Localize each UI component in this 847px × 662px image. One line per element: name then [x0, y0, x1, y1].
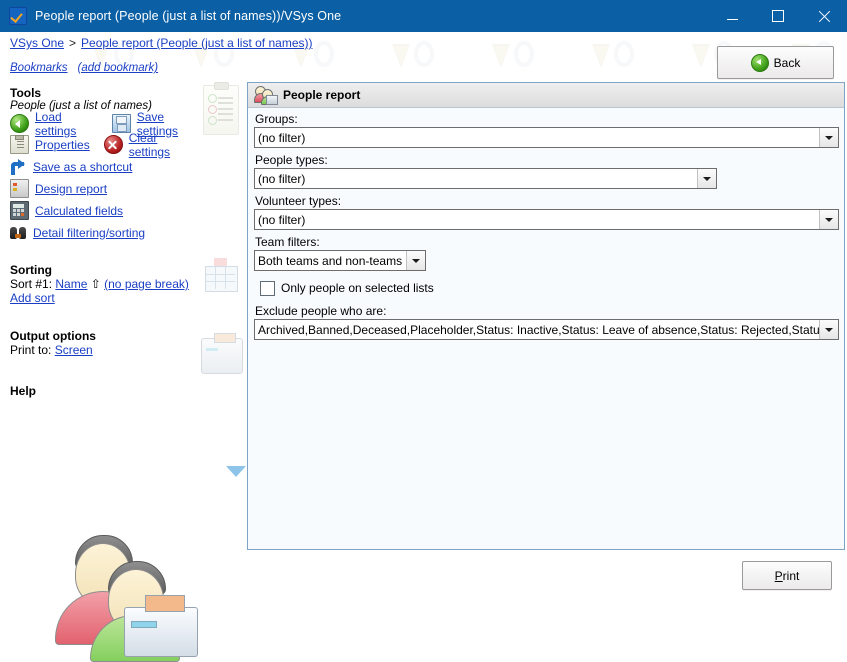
sidebar-item-detail-filtering[interactable]: Detail filtering/sorting	[10, 223, 200, 242]
design-report-icon	[10, 179, 29, 198]
properties-label: Properties	[35, 137, 90, 152]
sidebar-divider	[0, 455, 245, 456]
green-left-arrow-icon	[10, 114, 29, 133]
people-types-label: People types:	[255, 153, 328, 167]
print-to-value-link[interactable]: Screen	[55, 343, 93, 357]
sidebar: Tools People (just a list of names) Load…	[0, 80, 246, 662]
print-to-label: Print to:	[10, 343, 52, 357]
chevron-down-icon[interactable]	[406, 251, 425, 270]
calculator-icon	[10, 201, 29, 220]
exclude-people-value: Archived,Banned,Deceased,Placeholder,Sta…	[258, 322, 819, 337]
green-back-arrow-icon	[750, 53, 769, 72]
maximize-button[interactable]	[755, 0, 801, 32]
vsys-shield-icon	[9, 7, 27, 25]
tools-heading: Tools	[10, 86, 42, 100]
sort-prefix: Sort #1:	[10, 277, 53, 291]
print-button-label: Print	[774, 568, 800, 583]
volunteer-types-label: Volunteer types:	[255, 194, 342, 208]
breadcrumb-current[interactable]: People report (People (just a list of na…	[81, 36, 312, 50]
team-filters-value: Both teams and non-teams	[258, 253, 403, 268]
panel-title: People report	[283, 88, 361, 102]
chevron-down-icon[interactable]	[819, 210, 838, 229]
sidebar-item-design-report[interactable]: Design report	[10, 179, 200, 198]
sidebar-item-clear-settings[interactable]: Clear settings	[103, 131, 200, 159]
volunteer-types-value: (no filter)	[258, 212, 306, 227]
two-people-with-printer-icon	[46, 535, 206, 662]
sidebar-item-calculated-fields[interactable]: Calculated fields	[10, 201, 200, 220]
only-selected-lists-checkbox[interactable]	[260, 280, 275, 296]
blue-triangle-expander-icon[interactable]	[226, 466, 246, 477]
exclude-people-dropdown[interactable]: Archived,Banned,Deceased,Placeholder,Sta…	[254, 319, 839, 340]
sidebar-item-load-settings[interactable]: Load settings	[10, 110, 98, 138]
detail-filtering-label: Detail filtering/sorting	[33, 225, 146, 240]
red-x-circle-icon	[103, 135, 123, 154]
add-sort-link[interactable]: Add sort	[10, 291, 55, 305]
sidebar-item-properties[interactable]: Properties	[10, 135, 90, 154]
help-heading[interactable]: Help	[10, 384, 36, 398]
output-options-heading: Output options	[10, 329, 96, 343]
binoculars-icon	[10, 224, 27, 241]
exclude-people-label: Exclude people who are:	[255, 304, 387, 318]
groups-dropdown[interactable]: (no filter)	[254, 127, 839, 148]
save-shortcut-label: Save as a shortcut	[33, 159, 133, 174]
close-button[interactable]	[801, 0, 847, 32]
volunteer-types-dropdown[interactable]: (no filter)	[254, 209, 839, 230]
minimize-button[interactable]	[709, 0, 755, 32]
team-filters-label: Team filters:	[255, 235, 320, 249]
printer-icon	[201, 333, 243, 374]
only-selected-lists-checkbox-row[interactable]: Only people on selected lists	[260, 278, 838, 298]
groups-label: Groups:	[255, 112, 298, 126]
floppy-disk-icon	[111, 114, 131, 133]
chevron-down-icon[interactable]	[819, 320, 838, 339]
add-bookmark-link[interactable]: (add bookmark)	[78, 62, 159, 74]
people-report-icon	[254, 86, 278, 105]
sorting-heading: Sorting	[10, 263, 52, 277]
breadcrumb: VSys One > People report (People (just a l…	[10, 36, 313, 50]
sort-direction-icon[interactable]: ⇧	[91, 277, 101, 291]
print-button[interactable]: Print	[742, 561, 832, 590]
back-button[interactable]: Back	[717, 46, 834, 79]
sidebar-item-save-shortcut[interactable]: Save as a shortcut	[10, 157, 200, 176]
chevron-down-icon[interactable]	[819, 128, 838, 147]
page-break-link[interactable]: (no page break)	[104, 277, 189, 291]
sort-field-link[interactable]: Name	[55, 277, 87, 291]
report-form: Groups: (no filter) People types: (no fi…	[254, 112, 839, 340]
people-types-value: (no filter)	[258, 171, 306, 186]
report-panel: People report Groups: (no filter) People…	[247, 82, 845, 550]
groups-value: (no filter)	[258, 130, 306, 145]
application-window: People report (People (just a list of na…	[0, 0, 847, 662]
clipboard-checklist-icon	[203, 82, 239, 135]
panel-header: People report	[248, 83, 844, 108]
people-types-dropdown[interactable]: (no filter)	[254, 168, 717, 189]
chevron-down-icon[interactable]	[697, 169, 716, 188]
load-settings-label: Load settings	[35, 109, 77, 138]
bookmarks-link[interactable]: Bookmarks	[10, 62, 68, 74]
bookmarks-row: Bookmarks (add bookmark)	[10, 62, 168, 74]
breadcrumb-root[interactable]: VSys One	[10, 36, 64, 50]
only-selected-lists-label: Only people on selected lists	[281, 281, 434, 295]
clipboard-properties-icon	[10, 135, 29, 154]
calculated-fields-label: Calculated fields	[35, 203, 124, 218]
title-bar: People report (People (just a list of na…	[0, 0, 847, 32]
back-button-label: Back	[773, 55, 801, 70]
sort-descending-grid-icon	[203, 258, 239, 294]
breadcrumb-separator: >	[69, 36, 77, 50]
team-filters-dropdown[interactable]: Both teams and non-teams	[254, 250, 426, 271]
design-report-label: Design report	[35, 181, 108, 196]
sort-row-1: Sort #1: Name ⇧ (no page break)	[10, 277, 200, 291]
blue-shortcut-arrow-icon	[10, 158, 27, 175]
clear-settings-label: Clear settings	[128, 130, 171, 159]
window-controls	[709, 0, 847, 32]
window-title: People report (People (just a list of na…	[35, 9, 342, 23]
